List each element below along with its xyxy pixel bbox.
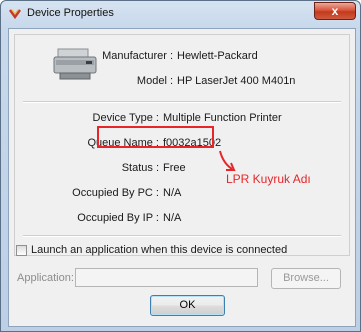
title-bar[interactable]: Device Properties x	[1, 1, 360, 27]
occupied-pc-label: Occupied By PC :	[72, 187, 159, 199]
status-label: Status :	[121, 162, 159, 174]
separator	[23, 101, 341, 103]
app-icon	[9, 9, 21, 20]
manufacturer-value: Hewlett-Packard	[177, 50, 258, 62]
dialog-client-area: Manufacturer : Hewlett-Packard Model : H…	[8, 28, 356, 327]
model-label: Model :	[136, 75, 173, 87]
browse-button[interactable]: Browse...	[271, 268, 341, 289]
ok-button[interactable]: OK	[150, 295, 225, 316]
window-title: Device Properties	[27, 7, 114, 19]
lpr-queue-annotation: LPR Kuyruk Adı	[226, 172, 311, 186]
occupied-pc-value: N/A	[163, 187, 182, 199]
launch-app-checkbox[interactable]	[16, 245, 27, 256]
occupied-ip-label: Occupied By IP :	[77, 212, 159, 224]
application-label: Application:	[17, 272, 74, 284]
printer-icon	[53, 48, 97, 80]
occupied-ip-value: N/A	[163, 212, 182, 224]
device-properties-window: Device Properties x Manufacturer : Hewle…	[0, 0, 361, 332]
application-input[interactable]	[75, 268, 258, 287]
close-icon: x	[331, 4, 339, 18]
manufacturer-label: Manufacturer :	[102, 50, 173, 62]
queue-name-highlight-box	[97, 126, 214, 148]
separator	[23, 235, 341, 237]
device-type-value: Multiple Function Printer	[163, 112, 282, 124]
model-value: HP LaserJet 400 M401n	[177, 75, 296, 87]
status-value: Free	[163, 162, 186, 174]
close-button[interactable]: x	[314, 2, 356, 20]
launch-app-checkbox-label[interactable]: Launch an application when this device i…	[31, 244, 287, 256]
device-type-label: Device Type :	[92, 112, 159, 124]
